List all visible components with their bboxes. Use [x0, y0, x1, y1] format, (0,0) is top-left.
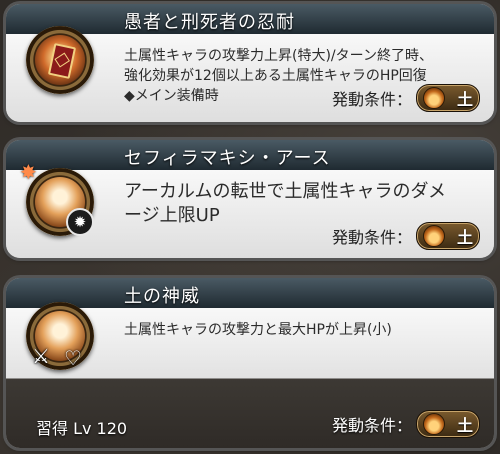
heart-icon: ♡	[64, 346, 82, 370]
skill-card-header: 土の神威	[6, 278, 494, 309]
skill-name: セフィラマキシ・アース	[124, 148, 331, 169]
star-icon: ✸	[20, 160, 37, 184]
earth-aura-icon: ⚔ ♡	[26, 302, 94, 370]
element-label: 土	[456, 228, 473, 247]
tarot-card-icon	[26, 26, 94, 94]
element-badge: 土	[416, 84, 480, 112]
activation-condition: 発動条件： 土	[332, 410, 480, 438]
gear-icon: ✹	[66, 208, 94, 236]
element-badge: 土	[416, 410, 480, 438]
skill-card-1[interactable]: 愚者と刑死者の忍耐 土属性キャラの攻撃力上昇(特大)/ターン終了時、 強化効果が…	[6, 4, 494, 122]
description-line: 土属性キャラの攻撃力上昇(特大)/ターン終了時、	[124, 48, 433, 64]
earth-element-icon	[422, 413, 445, 435]
earth-element-icon	[422, 225, 445, 247]
skill-name: 愚者と刑死者の忍耐	[124, 12, 295, 33]
earth-element-icon	[422, 87, 445, 109]
skill-card-header: セフィラマキシ・アース	[6, 140, 494, 171]
learn-level: 習得 Lv 120	[36, 419, 128, 438]
skill-card-header: 愚者と刑死者の忍耐	[6, 4, 494, 35]
element-badge: 土	[416, 222, 480, 250]
element-label: 土	[456, 90, 473, 109]
description-line: 強化効果が12個以上ある土属性キャラのHP回復	[124, 68, 427, 84]
skill-card-3[interactable]: 土の神威 土属性キャラの攻撃力と最大HPが上昇(小) 習得 Lv 120 発動条…	[6, 278, 494, 448]
sword-icon: ⚔	[32, 344, 50, 368]
activation-condition: 発動条件： 土	[332, 222, 480, 250]
skill-card-2[interactable]: セフィラマキシ・アース アーカルムの転世で土属性キャラのダメ ージ上限UP 発動…	[6, 140, 494, 258]
skill-description: アーカルムの転世で土属性キャラのダメ ージ上限UP	[124, 180, 446, 228]
element-label: 土	[456, 416, 473, 435]
earth-crest-icon: ✸ ✹	[20, 160, 94, 236]
condition-label: 発動条件：	[331, 90, 412, 109]
condition-label: 発動条件：	[331, 228, 412, 247]
condition-label: 発動条件：	[331, 416, 412, 435]
activation-condition: 発動条件： 土	[332, 84, 480, 112]
description-line: 土属性キャラの攻撃力と最大HPが上昇(小)	[124, 322, 392, 338]
skill-description: 土属性キャラの攻撃力と最大HPが上昇(小)	[124, 320, 392, 340]
description-line: アーカルムの転世で土属性キャラのダメ	[124, 181, 447, 202]
skill-name: 土の神威	[124, 286, 200, 307]
